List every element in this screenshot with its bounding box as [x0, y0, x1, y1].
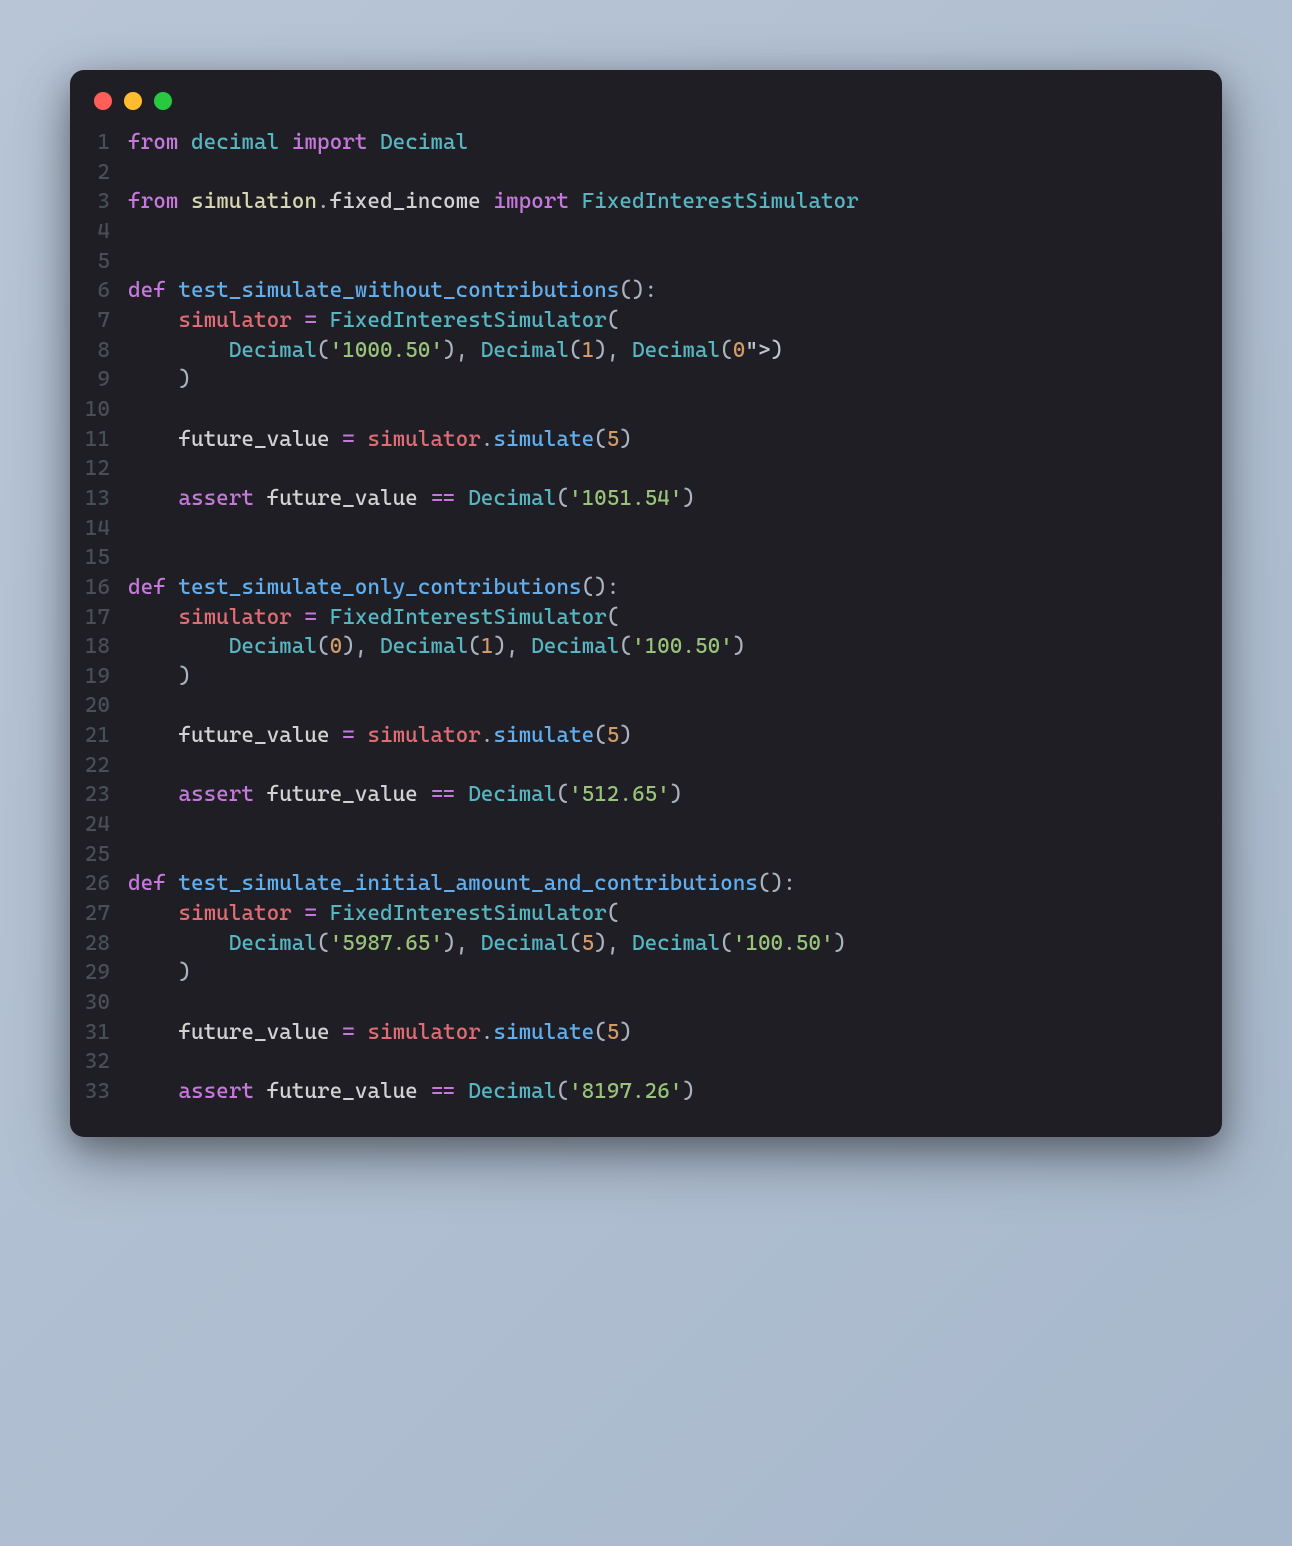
code-line: 33 assert future_value == Decimal('8197.…: [84, 1077, 1198, 1107]
code-line: 1 from decimal import Decimal: [84, 128, 1198, 158]
line-number: 18: [84, 632, 128, 662]
code-line: 9 ): [84, 365, 1198, 395]
line-number: 13: [84, 484, 128, 514]
line-number: 15: [84, 543, 128, 573]
line-number: 19: [84, 662, 128, 692]
code-line: 2: [84, 158, 1198, 188]
line-number: 21: [84, 721, 128, 751]
line-number: 5: [84, 247, 128, 277]
line-number: 11: [84, 425, 128, 455]
maximize-icon[interactable]: [154, 92, 172, 110]
line-number: 1: [84, 128, 128, 158]
line-number: 2: [84, 158, 128, 188]
code-window: 1 from decimal import Decimal 2 3 from s…: [70, 70, 1222, 1137]
code-line: 3 from simulation.fixed_income import Fi…: [84, 187, 1198, 217]
code-line: 13 assert future_value == Decimal('1051.…: [84, 484, 1198, 514]
line-number: 14: [84, 514, 128, 544]
line-number: 25: [84, 840, 128, 870]
line-number: 9: [84, 365, 128, 395]
minimize-icon[interactable]: [124, 92, 142, 110]
line-number: 10: [84, 395, 128, 425]
line-number: 4: [84, 217, 128, 247]
code-content: from decimal import Decimal: [128, 128, 468, 158]
code-line: 10: [84, 395, 1198, 425]
line-number: 26: [84, 869, 128, 899]
code-editor[interactable]: 1 from decimal import Decimal 2 3 from s…: [70, 124, 1222, 1107]
line-number: 27: [84, 899, 128, 929]
line-number: 29: [84, 958, 128, 988]
line-number: 12: [84, 454, 128, 484]
line-number: 23: [84, 780, 128, 810]
code-line: 5: [84, 247, 1198, 277]
code-line: 12: [84, 454, 1198, 484]
line-number: 30: [84, 988, 128, 1018]
code-line: 15: [84, 543, 1198, 573]
line-number: 22: [84, 751, 128, 781]
code-line: 16 def test_simulate_only_contributions(…: [84, 573, 1198, 603]
line-number: 7: [84, 306, 128, 336]
code-content: from simulation.fixed_income import Fixe…: [128, 187, 859, 217]
code-line: 7 simulator = FixedInterestSimulator(: [84, 306, 1198, 336]
code-line: 25: [84, 840, 1198, 870]
line-number: 6: [84, 276, 128, 306]
code-line: 29 ): [84, 958, 1198, 988]
code-line: 18 Decimal(0), Decimal(1), Decimal('100.…: [84, 632, 1198, 662]
code-line: 11 future_value = simulator.simulate(5): [84, 425, 1198, 455]
line-number: 8: [84, 336, 128, 366]
code-line: 31 future_value = simulator.simulate(5): [84, 1018, 1198, 1048]
code-line: 8 Decimal('1000.50'), Decimal(1), Decima…: [84, 336, 1198, 366]
line-number: 33: [84, 1077, 128, 1107]
line-number: 20: [84, 691, 128, 721]
code-line: 28 Decimal('5987.65'), Decimal(5), Decim…: [84, 929, 1198, 959]
code-line: 24: [84, 810, 1198, 840]
code-line: 30: [84, 988, 1198, 1018]
code-line: 22: [84, 751, 1198, 781]
line-number: 24: [84, 810, 128, 840]
code-line: 17 simulator = FixedInterestSimulator(: [84, 603, 1198, 633]
line-number: 31: [84, 1018, 128, 1048]
close-icon[interactable]: [94, 92, 112, 110]
code-line: 23 assert future_value == Decimal('512.6…: [84, 780, 1198, 810]
line-number: 17: [84, 603, 128, 633]
code-line: 4: [84, 217, 1198, 247]
line-number: 28: [84, 929, 128, 959]
line-number: 32: [84, 1047, 128, 1077]
code-line: 32: [84, 1047, 1198, 1077]
title-bar: [70, 70, 1222, 124]
code-line: 14: [84, 514, 1198, 544]
code-line: 27 simulator = FixedInterestSimulator(: [84, 899, 1198, 929]
code-line: 19 ): [84, 662, 1198, 692]
code-line: 20: [84, 691, 1198, 721]
code-line: 6 def test_simulate_without_contribution…: [84, 276, 1198, 306]
line-number: 16: [84, 573, 128, 603]
code-line: 21 future_value = simulator.simulate(5): [84, 721, 1198, 751]
line-number: 3: [84, 187, 128, 217]
code-line: 26 def test_simulate_initial_amount_and_…: [84, 869, 1198, 899]
